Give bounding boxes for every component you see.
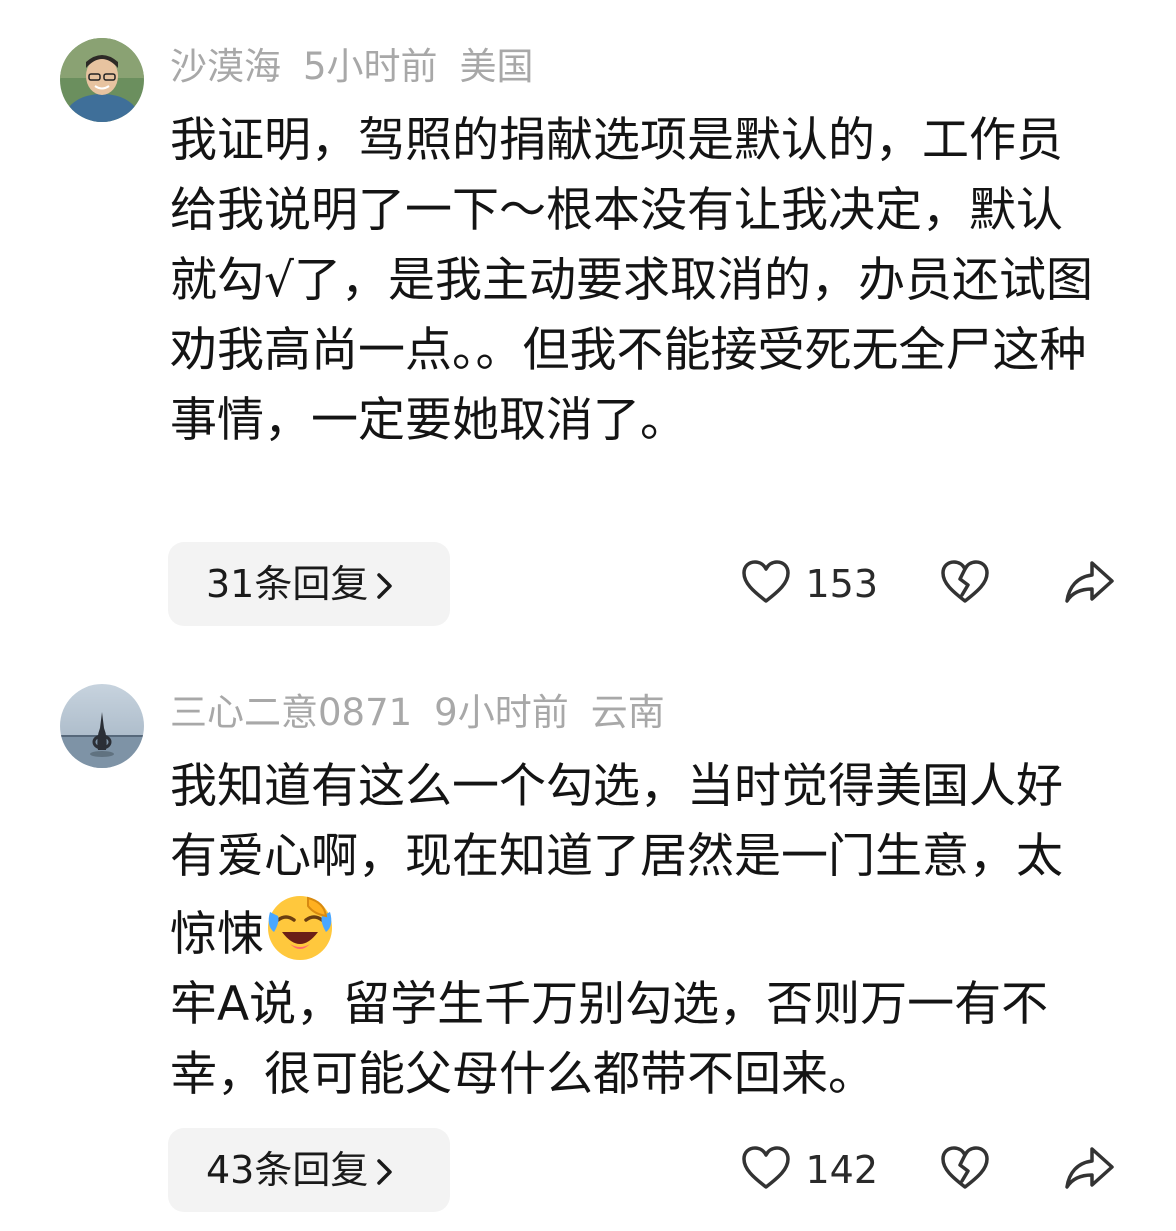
replies-label: 31条回复 [206,562,369,606]
chevron-right-icon [376,546,394,630]
comment-actions: 153 [741,542,1116,626]
dislike-button[interactable] [940,559,990,609]
chevron-right-icon [376,1132,394,1216]
comment-meta: 三心二意0871 9小时前 云南 [170,688,687,738]
share-button[interactable] [1064,559,1116,609]
comment-text: 我证明，驾照的捐献选项是默认的，工作员给我说明了一下～根本没有让我决定，默认就勾… [170,113,1093,448]
username[interactable]: 三心二意0871 [170,691,412,734]
laughing-crying-emoji-icon [264,892,336,964]
timestamp: 9小时前 [434,691,569,734]
heart-icon [741,1145,791,1195]
broken-heart-icon [940,1145,990,1195]
view-replies-button[interactable]: 31条回复 [168,542,450,626]
dislike-button[interactable] [940,1145,990,1195]
share-button[interactable] [1064,1145,1116,1195]
timestamp: 5小时前 [303,45,438,88]
location: 云南 [590,691,665,734]
heart-icon [741,559,791,609]
like-count: 142 [805,1148,878,1192]
view-replies-button[interactable]: 43条回复 [168,1128,450,1212]
username[interactable]: 沙漠海 [170,45,281,88]
comment-text-part: 牢A说，留学生千万别勾选，否则万一有不幸，很可能父母什么都带不回来。 [170,977,1049,1102]
comment-text: 我知道有这么一个勾选，当时觉得美国人好有爱心啊，现在知道了居然是一门生意，太惊悚… [170,752,1100,1110]
share-arrow-icon [1064,559,1116,609]
comment-actions: 142 [741,1128,1116,1212]
avatar[interactable] [60,684,144,768]
avatar[interactable] [60,38,144,122]
comment-item: 沙漠海 5小时前 美国 我证明，驾照的捐献选项是默认的，工作员给我说明了一下～根本没… [0,38,1176,638]
like-count: 153 [805,562,878,606]
replies-label: 43条回复 [206,1148,369,1192]
comment-item: 三心二意0871 9小时前 云南 我知道有这么一个勾选，当时觉得美国人好有爱心啊，现… [0,684,1176,1224]
location: 美国 [459,45,534,88]
share-arrow-icon [1064,1145,1116,1195]
comment-meta: 沙漠海 5小时前 美国 [170,42,556,92]
like-button[interactable]: 153 [741,559,878,609]
like-button[interactable]: 142 [741,1145,878,1195]
broken-heart-icon [940,559,990,609]
